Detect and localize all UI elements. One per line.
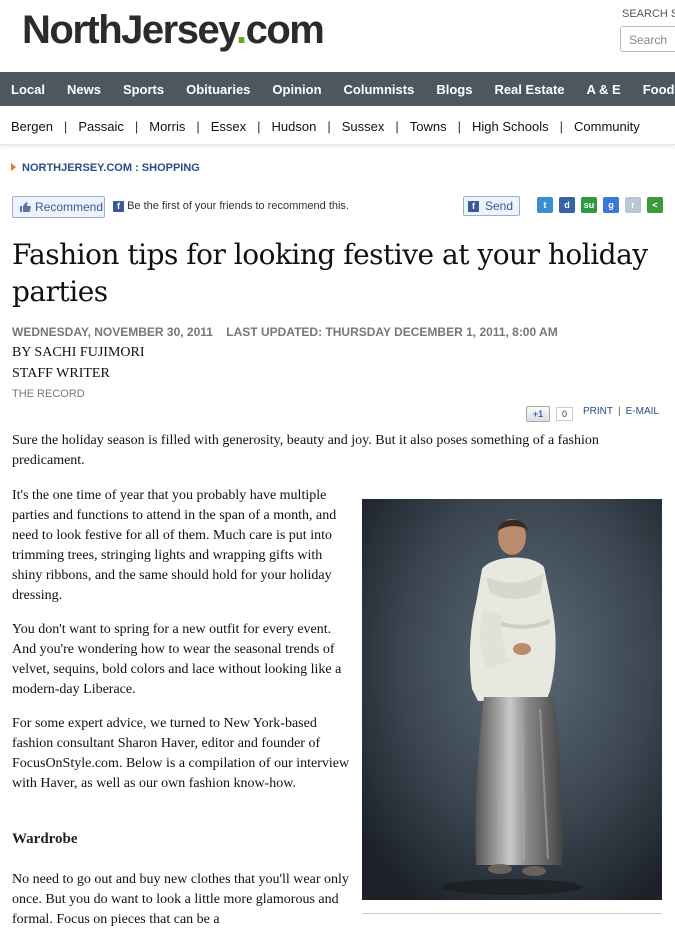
site-logo[interactable]: NorthJersey.com (22, 6, 325, 54)
main-nav-item[interactable]: Real Estate (483, 82, 575, 97)
body-paragraph: For some expert advice, we turned to New… (12, 716, 350, 791)
article-dateline: WEDNESDAY, NOVEMBER 30, 2011 LAST UPDATE… (12, 325, 558, 339)
main-nav-item[interactable]: Columnists (333, 82, 426, 97)
google-icon[interactable]: g (603, 197, 619, 213)
main-nav-item[interactable]: A & E (576, 82, 632, 97)
reddit-icon[interactable]: r (625, 197, 641, 213)
main-nav-item[interactable]: Food (632, 82, 675, 97)
search-input[interactable]: Search (620, 26, 675, 52)
email-link[interactable]: E-MAIL (626, 406, 659, 417)
breadcrumb-arrow-icon (11, 163, 16, 171)
article-tools: PRINT | E-MAIL (583, 406, 659, 417)
facebook-icon: f (468, 200, 479, 212)
sub-nav-item[interactable]: Morris (138, 119, 196, 134)
sub-nav-item[interactable]: High Schools (461, 119, 560, 134)
body-paragraph: No need to go out and buy new clothes th… (12, 872, 349, 927)
sub-nav-item[interactable]: Hudson (261, 119, 328, 134)
article-headline: Fashion tips for looking festive at your… (12, 238, 648, 308)
main-nav-item[interactable]: Blogs (425, 82, 483, 97)
thumbs-up-icon (20, 202, 31, 212)
main-nav-item[interactable]: Local (0, 82, 56, 97)
send-button[interactable]: f Send (463, 196, 520, 216)
byline: BY SACHI FUJIMORI (12, 345, 145, 360)
body-paragraph: It's the one time of year that you proba… (12, 488, 337, 603)
main-nav-item[interactable]: Opinion (261, 82, 332, 97)
sub-nav-item[interactable]: Sussex (331, 119, 396, 134)
sub-nav-item[interactable]: Towns (399, 119, 458, 134)
breadcrumb[interactable]: NORTHJERSEY.COM : SHOPPING (11, 162, 200, 174)
sub-nav: Bergen | Passaic | Morris | Essex | Hudson | Susse… (0, 108, 675, 145)
section-subhead: Wardrobe (12, 831, 78, 847)
body-paragraph: You don't want to spring for a new outfi… (12, 622, 342, 697)
plusone-button[interactable]: +1 (526, 406, 550, 422)
article-photo[interactable] (362, 499, 662, 900)
sub-nav-item[interactable]: Community (563, 119, 651, 134)
digg-icon[interactable]: d (559, 197, 575, 213)
twitter-icon[interactable]: t (537, 197, 553, 213)
recommend-prompt: f Be the first of your friends to recomm… (113, 200, 349, 212)
google-plusone[interactable]: +1 0 (526, 406, 574, 422)
print-link[interactable]: PRINT (583, 406, 613, 417)
stumbleupon-icon[interactable]: su (581, 197, 597, 213)
search-label: SEARCH S (622, 8, 675, 20)
recommend-button[interactable]: Recommend (12, 196, 105, 218)
article-source: THE RECORD (12, 388, 85, 400)
facebook-icon: f (113, 201, 124, 212)
sub-nav-item[interactable]: Essex (200, 119, 257, 134)
main-nav-item[interactable]: News (56, 82, 112, 97)
main-nav-item[interactable]: Obituaries (175, 82, 261, 97)
photo-divider (362, 913, 662, 914)
plusone-count: 0 (556, 407, 574, 421)
share-icon[interactable]: < (647, 197, 663, 213)
share-icons: t d su g r < (537, 197, 669, 213)
sub-nav-item[interactable]: Bergen (0, 119, 64, 134)
main-nav-item[interactable]: Sports (112, 82, 175, 97)
byline-role: STAFF WRITER (12, 366, 110, 381)
main-nav: Local News Sports Obituaries Opinion Columnis… (0, 72, 675, 106)
sub-nav-item[interactable]: Passaic (67, 119, 135, 134)
lead-paragraph: Sure the holiday season is filled with g… (12, 433, 599, 468)
